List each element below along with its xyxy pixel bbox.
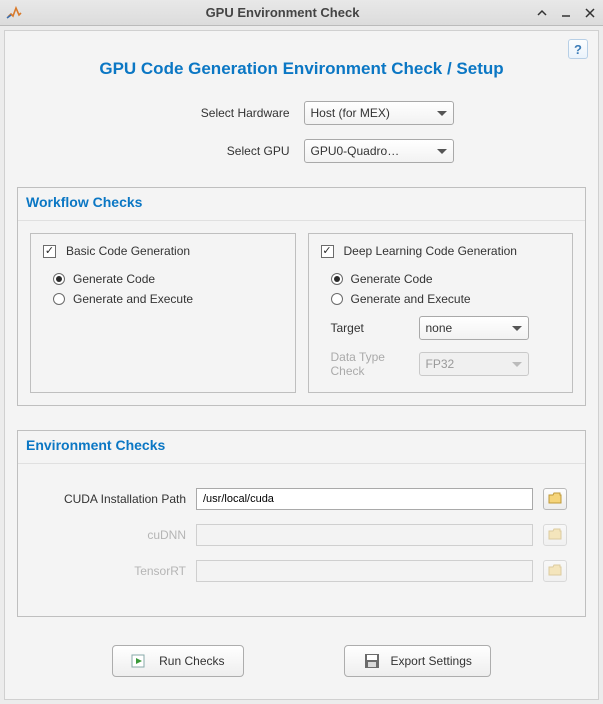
basic-generate-execute-label: Generate and Execute [73,292,193,306]
run-checks-button[interactable]: Run Checks [112,645,243,677]
minimize-icon[interactable] [559,6,573,20]
help-button[interactable]: ? [568,39,588,59]
datatype-label: Data Type Check [331,350,411,378]
select-gpu-dropdown[interactable]: GPU0-Quadro… [304,139,454,163]
target-dropdown[interactable]: none [419,316,529,340]
environment-checks-title: Environment Checks [18,431,585,464]
deep-codegen-box: Deep Learning Code Generation Generate C… [308,233,574,393]
tensorrt-row: TensorRT [36,560,567,582]
datatype-value: FP32 [426,357,455,371]
folder-icon [548,564,562,579]
tensorrt-browse-button [543,560,567,582]
basic-codegen-title: Basic Code Generation [66,244,190,258]
select-hardware-dropdown[interactable]: Host (for MEX) [304,101,454,125]
tensorrt-label: TensorRT [36,564,186,578]
tensorrt-input [196,560,533,582]
chevron-down-icon [437,111,447,116]
deep-generate-code-radio[interactable] [331,273,343,285]
window-title: GPU Environment Check [30,5,535,20]
deep-generate-execute-label: Generate and Execute [351,292,471,306]
cuda-browse-button[interactable] [543,488,567,510]
chevron-down-icon [512,326,522,331]
folder-icon [548,492,562,507]
target-label: Target [331,321,411,335]
workflow-checks-panel: Workflow Checks Basic Code Generation Ge… [17,187,586,406]
folder-icon [548,528,562,543]
cudnn-input [196,524,533,546]
deep-codegen-title: Deep Learning Code Generation [344,244,517,258]
run-checks-label: Run Checks [159,654,224,668]
close-icon[interactable] [583,6,597,20]
cudnn-browse-button [543,524,567,546]
select-hardware-label: Select Hardware [150,106,290,120]
deep-codegen-checkbox[interactable] [321,245,334,258]
chevron-down-icon [437,149,447,154]
cuda-path-input[interactable] [196,488,533,510]
select-gpu-row: Select GPU GPU0-Quadro… [17,139,586,163]
cudnn-row: cuDNN [36,524,567,546]
deep-generate-code-label: Generate Code [351,272,433,286]
caret-up-icon[interactable] [535,6,549,20]
select-hardware-value: Host (for MEX) [311,106,390,120]
titlebar: GPU Environment Check [0,0,603,26]
cuda-path-label: CUDA Installation Path [36,492,186,506]
basic-generate-code-radio[interactable] [53,273,65,285]
basic-codegen-checkbox[interactable] [43,245,56,258]
matlab-icon [6,5,22,21]
page-title: GPU Code Generation Environment Check / … [17,59,586,79]
cudnn-label: cuDNN [36,528,186,542]
cuda-path-row: CUDA Installation Path [36,488,567,510]
play-icon [131,652,149,670]
datatype-dropdown: FP32 [419,352,529,376]
select-gpu-value: GPU0-Quadro… [311,144,400,158]
select-gpu-label: Select GPU [150,144,290,158]
export-settings-button[interactable]: Export Settings [344,645,491,677]
chevron-down-icon [512,362,522,367]
workflow-checks-title: Workflow Checks [18,188,585,221]
basic-generate-code-label: Generate Code [73,272,155,286]
bottom-buttons: Run Checks Export Settings [17,645,586,677]
basic-codegen-box: Basic Code Generation Generate Code Gene… [30,233,296,393]
save-icon [363,652,381,670]
select-hardware-row: Select Hardware Host (for MEX) [17,101,586,125]
basic-generate-execute-radio[interactable] [53,293,65,305]
export-settings-label: Export Settings [391,654,472,668]
target-value: none [426,321,453,335]
window-body: ? GPU Code Generation Environment Check … [4,30,599,700]
environment-checks-panel: Environment Checks CUDA Installation Pat… [17,430,586,617]
deep-generate-execute-radio[interactable] [331,293,343,305]
